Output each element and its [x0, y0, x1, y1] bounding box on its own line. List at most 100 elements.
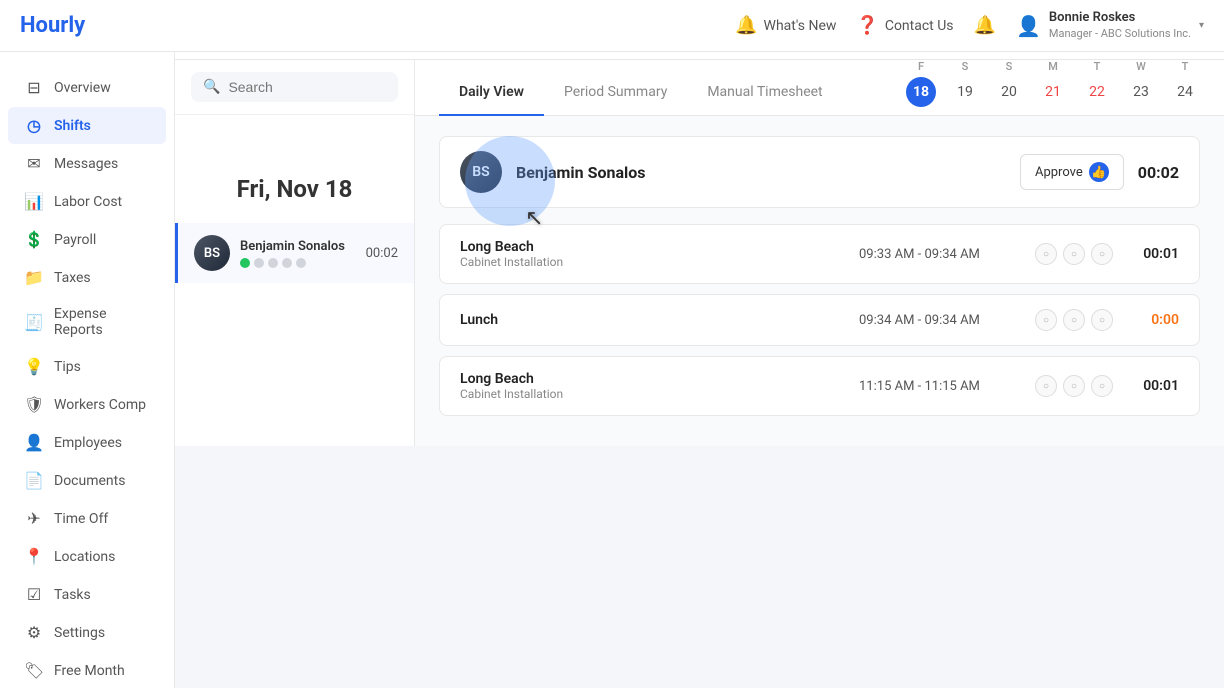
entry-action-1a[interactable]: ○ — [1035, 243, 1057, 265]
shifts-icon: ◷ — [24, 116, 44, 135]
contact-us-button[interactable]: ❓ Contact Us — [856, 15, 953, 36]
approve-button[interactable]: Approve 👍 — [1020, 154, 1124, 190]
cal-day-wed[interactable]: W 23 — [1126, 60, 1156, 107]
search-input[interactable] — [228, 79, 386, 95]
user-avatar-icon: 👤 — [1016, 14, 1041, 38]
sidebar-item-messages[interactable]: ✉ Messages — [8, 145, 166, 182]
sidebar-item-shifts[interactable]: ◷ Shifts — [8, 107, 166, 144]
tabs-row: Daily View Period Summary Manual Timeshe… — [415, 60, 1224, 116]
sidebar-item-taxes[interactable]: 📁 Taxes — [8, 259, 166, 296]
entry-action-3c[interactable]: ○ — [1091, 375, 1113, 397]
approve-check-icon: 👍 — [1089, 162, 1109, 182]
sidebar: ⊟ Overview ◷ Shifts ✉ Messages 📊 Labor C… — [0, 52, 175, 688]
entry-action-lc[interactable]: ○ — [1091, 309, 1113, 331]
sidebar-item-labor-cost[interactable]: 📊 Labor Cost — [8, 183, 166, 220]
tab-period-summary[interactable]: Period Summary — [544, 70, 687, 116]
sidebar-item-tasks[interactable]: ☑ Tasks — [8, 576, 166, 613]
entry-action-1c[interactable]: ○ — [1091, 243, 1113, 265]
shift-total-time: 00:02 — [1138, 163, 1179, 182]
shift-entry-lunch: Lunch 09:34 AM - 09:34 AM ○ ○ ○ 0:00 — [439, 294, 1200, 346]
sidebar-item-overview[interactable]: ⊟ Overview — [8, 69, 166, 106]
time-off-icon: ✈ — [24, 509, 44, 528]
left-panel: 🔍 Fri, Nov 18 BS Benjamin Sonalos — [175, 60, 415, 446]
cal-day-sun[interactable]: S 20 — [994, 60, 1024, 107]
documents-icon: 📄 — [24, 471, 44, 490]
sidebar-item-tips[interactable]: 💡 Tips — [8, 348, 166, 385]
cal-day-mon[interactable]: M 21 — [1038, 60, 1068, 107]
shift-detail: BS Benjamin Sonalos Approve 👍 00:02 Long… — [415, 116, 1224, 446]
labor-cost-icon: 📊 — [24, 192, 44, 211]
cal-day-tue[interactable]: T 22 — [1082, 60, 1112, 107]
entry-info-1: Long Beach Cabinet Installation — [460, 239, 843, 269]
status-dot-3 — [282, 258, 292, 268]
nav-actions: 🔔 What's New ❓ Contact Us 🔔 👤 Bonnie Ros… — [735, 10, 1204, 41]
top-navigation: Hourly 🔔 What's New ❓ Contact Us 🔔 👤 Bon… — [0, 0, 1224, 52]
notifications-bell-icon[interactable]: 🔔 — [974, 15, 996, 36]
sidebar-item-free-month[interactable]: 🏷 Free Month — [8, 652, 166, 688]
employee-avatar: BS — [194, 235, 230, 271]
sidebar-item-time-off[interactable]: ✈ Time Off — [8, 500, 166, 537]
tasks-icon: ☑ — [24, 585, 44, 604]
whats-new-button[interactable]: 🔔 What's New — [735, 15, 836, 36]
cal-day-sat[interactable]: S 19 — [950, 60, 980, 107]
entry-action-3b[interactable]: ○ — [1063, 375, 1085, 397]
bell-icon: 🔔 — [735, 15, 757, 36]
employee-card-info: Benjamin Sonalos — [240, 239, 356, 268]
entry-info-3: Long Beach Cabinet Installation — [460, 371, 843, 401]
app-logo: Hourly — [20, 13, 85, 38]
user-info: Bonnie Roskes Manager - ABC Solutions In… — [1049, 10, 1191, 41]
tab-daily-view[interactable]: Daily View — [439, 70, 544, 116]
entry-action-lb[interactable]: ○ — [1063, 309, 1085, 331]
calendar-strip: F 18 S 19 S 20 M 21 — [906, 60, 1200, 107]
free-month-icon: 🏷 — [24, 661, 44, 680]
entry-action-1b[interactable]: ○ — [1063, 243, 1085, 265]
right-panel: Daily View Period Summary Manual Timeshe… — [415, 60, 1224, 446]
settings-icon: ⚙ — [24, 623, 44, 642]
locations-icon: 📍 — [24, 547, 44, 566]
body-area: 🔍 Fri, Nov 18 BS Benjamin Sonalos — [175, 60, 1224, 446]
entry-actions-lunch: ○ ○ ○ — [1035, 309, 1113, 331]
sidebar-item-documents[interactable]: 📄 Documents — [8, 462, 166, 499]
entry-action-la[interactable]: ○ — [1035, 309, 1057, 331]
entry-actions-3: ○ ○ ○ — [1035, 375, 1113, 397]
user-menu[interactable]: 👤 Bonnie Roskes Manager - ABC Solutions … — [1016, 10, 1204, 41]
main-content: ← Return to Labor Cost Shifts Filters ⧉ … — [175, 0, 1224, 446]
search-input-wrap[interactable]: 🔍 — [191, 72, 398, 102]
shift-employee-avatar: BS — [460, 151, 502, 193]
tab-manual-timesheet[interactable]: Manual Timesheet — [687, 70, 842, 116]
shift-entry-3: Long Beach Cabinet Installation 11:15 AM… — [439, 356, 1200, 416]
search-box: 🔍 — [175, 60, 414, 115]
sidebar-item-workers-comp[interactable]: 🛡 Workers Comp — [8, 386, 166, 423]
entry-action-3a[interactable]: ○ — [1035, 375, 1057, 397]
entry-info-lunch: Lunch — [460, 312, 843, 328]
sidebar-item-settings[interactable]: ⚙ Settings — [8, 614, 166, 651]
question-icon: ❓ — [856, 15, 878, 36]
employee-card[interactable]: BS Benjamin Sonalos 00:02 — [175, 223, 414, 283]
status-dots — [240, 258, 356, 268]
payroll-icon: 💲 — [24, 230, 44, 249]
status-dot-active — [240, 258, 250, 268]
sidebar-item-locations[interactable]: 📍 Locations — [8, 538, 166, 575]
sidebar-item-expense-reports[interactable]: 🧾 Expense Reports — [8, 297, 166, 347]
avatar-image: BS — [194, 235, 230, 271]
tips-icon: 💡 — [24, 357, 44, 376]
chevron-down-icon: ▾ — [1199, 20, 1204, 31]
employee-total-time: 00:02 — [366, 246, 398, 261]
sidebar-item-payroll[interactable]: 💲 Payroll — [8, 221, 166, 258]
messages-icon: ✉ — [24, 154, 44, 173]
workers-comp-icon: 🛡 — [24, 395, 44, 414]
cal-day-fri[interactable]: F 18 — [906, 60, 936, 107]
date-label: Fri, Nov 18 — [191, 175, 398, 203]
status-dot-1 — [254, 258, 264, 268]
search-icon: 🔍 — [203, 79, 220, 95]
expense-reports-icon: 🧾 — [24, 313, 44, 332]
sidebar-item-employees[interactable]: 👤 Employees — [8, 424, 166, 461]
cal-day-thu[interactable]: T 24 — [1170, 60, 1200, 107]
overview-icon: ⊟ — [24, 78, 44, 97]
shift-employee-name: Benjamin Sonalos — [516, 163, 1006, 182]
taxes-icon: 📁 — [24, 268, 44, 287]
employees-icon: 👤 — [24, 433, 44, 452]
shift-header-row: BS Benjamin Sonalos Approve 👍 00:02 — [439, 136, 1200, 208]
employee-name: Benjamin Sonalos — [240, 239, 356, 254]
status-dot-4 — [296, 258, 306, 268]
